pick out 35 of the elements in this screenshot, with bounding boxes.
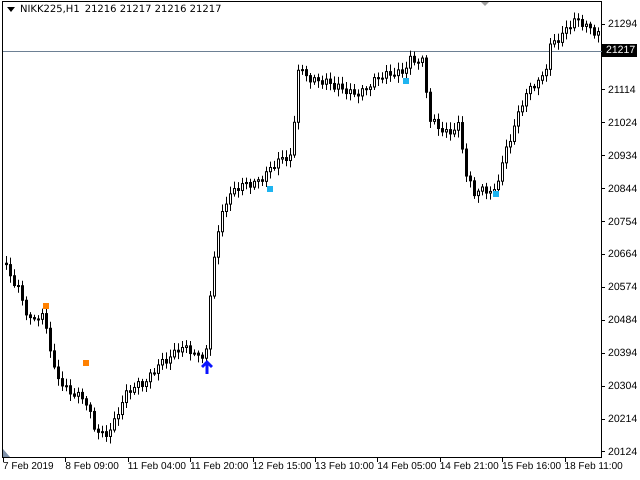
price-label: 20574 (608, 281, 638, 294)
signal-marker (403, 78, 409, 84)
time-label: 14 Feb 21:00 (440, 461, 499, 472)
price-label: 20844 (608, 182, 638, 195)
price-label: 20304 (608, 380, 638, 392)
price-label: 20214 (608, 413, 638, 426)
quote-values: 21216 21217 21216 21217 (84, 4, 222, 15)
price-label: 21024 (608, 116, 638, 129)
price-label: 20124 (608, 446, 638, 458)
time-label: 14 Feb 05:00 (377, 461, 436, 472)
current-price-tag: 21217 (602, 44, 638, 57)
dropdown-icon[interactable] (7, 7, 15, 12)
time-label: 18 Feb 11:00 (564, 461, 623, 472)
time-label: 7 Feb 2019 (3, 461, 54, 472)
symbol-title: NIKK225,H1 (20, 4, 80, 15)
signal-marker (43, 303, 49, 309)
price-label: 21294 (608, 18, 638, 30)
price-label: 20484 (608, 314, 638, 326)
time-label: 11 Feb 04:00 (128, 461, 186, 472)
signal-marker (83, 360, 89, 366)
price-label: 20754 (608, 216, 638, 228)
price-label: 20664 (608, 248, 638, 260)
price-label: 20934 (608, 150, 638, 162)
time-label: 8 Feb 09:00 (65, 461, 119, 472)
signal-marker (493, 191, 499, 197)
time-label: 13 Feb 10:00 (314, 461, 374, 472)
scroll-marker-icon (3, 449, 10, 457)
price-label: 21114 (608, 84, 636, 96)
time-label: 11 Feb 20:00 (190, 461, 248, 472)
price-label: 20394 (608, 347, 638, 360)
time-label: 12 Feb 15:00 (252, 461, 312, 472)
shift-marker-icon (481, 2, 489, 6)
time-label: 15 Feb 16:00 (502, 461, 562, 472)
signal-marker (267, 186, 273, 192)
up-arrow-icon (201, 360, 213, 374)
